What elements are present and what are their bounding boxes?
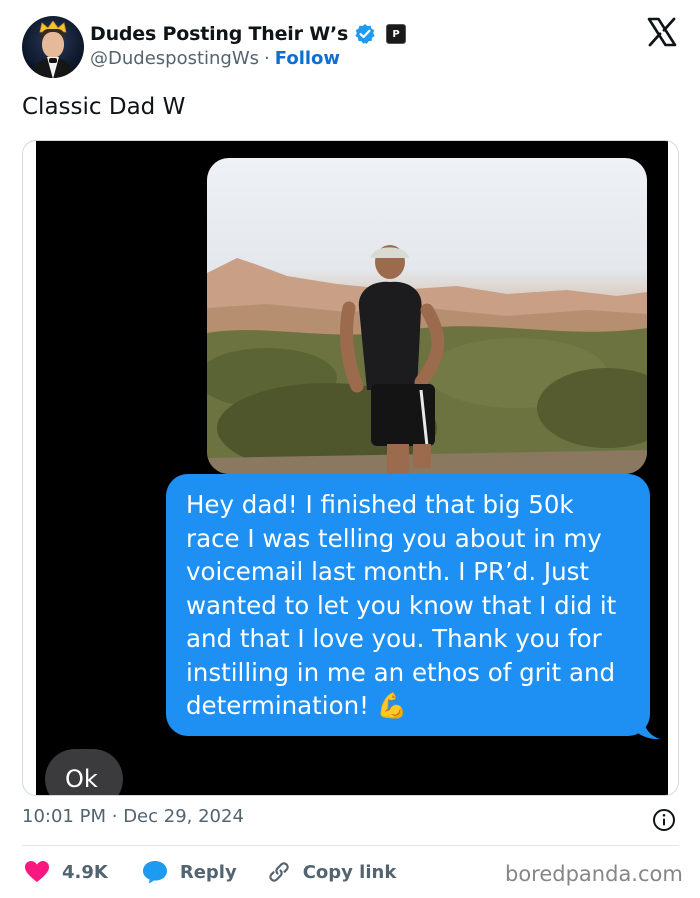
timestamp-separator: · [111,806,118,827]
avatar-face [42,32,64,58]
timestamp[interactable]: 10:01 PM · Dec 29, 2024 [22,806,244,827]
message-line: instilling in me an ethos of grit and [186,657,616,687]
message-line: wanted to let you know that I did it [186,590,617,620]
runner-photo [207,158,647,474]
tweet-text: Classic Dad W [22,94,186,120]
action-bar: 4.9K Reply Copy link [24,858,396,886]
author-name-row: Dudes Posting Their W’s P [90,21,407,47]
received-message-bubble: Ok [45,749,123,795]
tweet-media[interactable]: Hey dad! I finished that big 50k race I … [22,140,679,796]
bubble-tail [636,716,660,740]
handle-row: @DudespostingWs · Follow [90,48,340,69]
flexed-biceps-emoji: 💪 [376,691,408,720]
time: 10:01 PM [22,806,106,827]
follow-button[interactable]: Follow [275,48,340,69]
like-button[interactable]: 4.9K [24,860,108,884]
message-line: voicemail last month. I PR’d. Just [186,557,590,586]
handle[interactable]: @DudespostingWs [90,48,259,69]
copy-link-label: Copy link [302,861,397,883]
tweet-card: Dudes Posting Their W’s P @DudespostingW… [0,0,700,898]
received-message-text: Ok [65,765,98,793]
footer-divider [22,845,679,846]
heart-icon [25,861,49,882]
reply-button[interactable]: Reply [142,860,237,884]
avatar[interactable] [22,16,84,78]
verified-badge-icon [355,24,375,44]
avatar-bowtie [49,58,57,63]
message-line: and that I love you. Thank you for [186,624,602,653]
chat-screenshot: Hey dad! I finished that big 50k race I … [36,141,668,795]
link-icon [268,862,289,882]
message-line: determination! [186,691,369,720]
watermark: boredpanda.com [505,862,683,886]
info-icon[interactable] [652,808,676,832]
copy-link-button[interactable]: Copy link [267,860,397,884]
message-line: Hey dad! I finished that big 50k [186,490,574,519]
affiliate-badge-icon[interactable]: P [386,24,407,44]
message-line: race I was telling you about in my [186,523,602,553]
x-logo-icon[interactable] [646,16,678,48]
speech-bubble-icon [142,861,167,884]
like-count: 4.9K [62,861,108,883]
display-name[interactable]: Dudes Posting Their W’s [90,23,348,45]
sent-message-bubble: Hey dad! I finished that big 50k race I … [166,474,650,736]
handle-separator: · [264,48,270,69]
date: Dec 29, 2024 [123,806,244,827]
message-line-last: determination! 💪 [186,689,630,723]
reply-label: Reply [179,861,237,883]
